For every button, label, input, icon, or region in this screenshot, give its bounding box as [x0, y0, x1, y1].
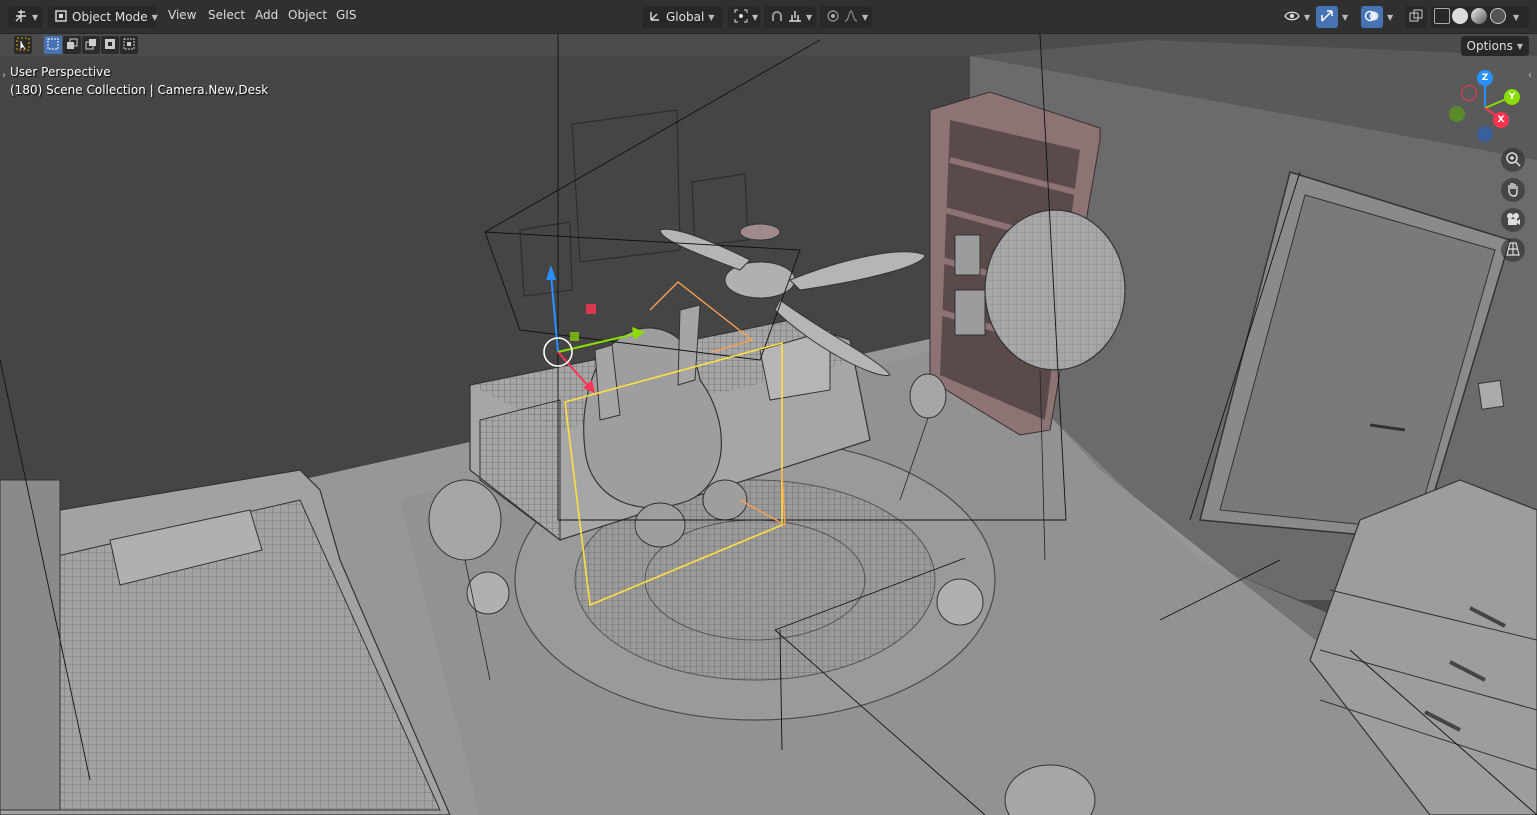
select-new-icon — [47, 38, 59, 53]
hand-icon — [1505, 181, 1521, 200]
mode-selector[interactable]: Object Mode ▼ — [48, 6, 158, 28]
gizmo-neg-y-axis[interactable] — [1449, 106, 1465, 122]
eye-icon — [1284, 9, 1300, 26]
viewport-header: ▼ Object Mode ▼ View Select Add Object G… — [0, 0, 1537, 34]
gizmo-y-axis[interactable]: Y — [1504, 89, 1520, 105]
chevron-down-icon: ▼ — [1304, 12, 1311, 22]
material-shading-button[interactable] — [1471, 8, 1487, 24]
camera-view-button[interactable] — [1501, 208, 1525, 232]
xray-icon — [1408, 8, 1424, 27]
editor-type-icon — [14, 9, 28, 26]
gizmo-neg-z-axis[interactable] — [1477, 126, 1493, 142]
3d-viewport[interactable]: User Perspective (180) Scene Collection … — [0, 34, 1537, 815]
gizmo-toggle[interactable] — [1316, 6, 1338, 28]
gizmo-arrows-icon — [1319, 8, 1335, 27]
zoom-icon — [1505, 151, 1521, 170]
select-intersect-icon — [123, 38, 135, 53]
snap-increment-icon — [788, 9, 802, 26]
scene-info-label: (180) Scene Collection | Camera.New,Desk — [10, 83, 269, 97]
grid-icon — [1505, 241, 1521, 260]
overlays-toggle[interactable] — [1361, 6, 1383, 28]
overlays-chevron-icon[interactable]: ▼ — [1387, 13, 1393, 22]
toolbar-toggle-icon[interactable]: › — [2, 70, 6, 81]
gizmo-neg-x-axis[interactable] — [1461, 85, 1477, 101]
proportional-edit-toggle[interactable]: ▼ — [820, 6, 872, 28]
wireframe-shading-button[interactable] — [1434, 8, 1450, 24]
transform-orientation-selector[interactable]: Global ▼ — [642, 6, 722, 28]
editor-type-selector[interactable]: ▼ — [8, 6, 42, 28]
ortho-toggle-button[interactable] — [1501, 238, 1525, 262]
menu-add[interactable]: Add — [255, 8, 278, 22]
solid-shading-button[interactable] — [1452, 8, 1468, 24]
select-subtract-button[interactable] — [82, 36, 100, 54]
chevron-down-icon: ▼ — [806, 12, 813, 22]
object-mode-icon — [54, 9, 68, 26]
select-extend-button[interactable] — [63, 36, 81, 54]
pivot-point-selector[interactable]: ▼ — [728, 6, 760, 28]
chevron-down-icon: ▼ — [862, 12, 869, 22]
mode-label: Object Mode — [72, 10, 148, 24]
falloff-icon — [844, 9, 858, 26]
orientation-label: Global — [666, 10, 705, 24]
menu-view[interactable]: View — [168, 8, 196, 22]
snap-toggle[interactable]: ▼ — [764, 6, 816, 28]
rendered-shading-button[interactable] — [1490, 8, 1506, 24]
select-intersect-button[interactable] — [120, 36, 138, 54]
gizmo-z-axis[interactable]: Z — [1477, 70, 1493, 86]
select-extend-icon — [66, 38, 78, 53]
navigation-gizmo[interactable]: Z Y X — [1445, 68, 1525, 148]
menu-select[interactable]: Select — [208, 8, 245, 22]
gizmo-x-label: X — [1497, 115, 1505, 125]
gizmo-y-label: Y — [1508, 92, 1516, 102]
chevron-down-icon: ▼ — [1516, 41, 1523, 51]
chevron-down-icon: ▼ — [151, 12, 158, 22]
options-label: Options — [1466, 39, 1513, 53]
overlays-icon — [1364, 8, 1380, 27]
menu-gis[interactable]: GIS — [336, 8, 356, 22]
chevron-down-icon: ▼ — [32, 12, 39, 22]
selection-mode-row — [44, 36, 138, 56]
select-new-button[interactable] — [44, 36, 62, 54]
select-invert-button[interactable] — [101, 36, 119, 54]
pivot-point-icon — [734, 9, 748, 26]
gizmo-z-label: Z — [1481, 73, 1489, 83]
menu-object[interactable]: Object — [288, 8, 327, 22]
zoom-button[interactable] — [1501, 148, 1525, 172]
pan-button[interactable] — [1501, 178, 1525, 202]
camera-icon — [1505, 211, 1521, 230]
select-tool-row — [14, 36, 32, 56]
proportional-edit-icon — [826, 9, 840, 26]
chevron-down-icon: ▼ — [752, 12, 759, 22]
select-invert-icon — [104, 38, 116, 53]
xray-toggle[interactable] — [1405, 6, 1427, 28]
visibility-selector[interactable]: ▼ — [1278, 6, 1312, 28]
chevron-down-icon: ▼ — [708, 12, 715, 22]
shading-chevron-icon[interactable]: ▼ — [1513, 13, 1519, 22]
options-dropdown[interactable]: Options ▼ — [1460, 36, 1529, 56]
sidebar-toggle-icon[interactable]: ‹ — [1528, 70, 1532, 81]
gizmo-chevron-icon[interactable]: ▼ — [1342, 13, 1348, 22]
gizmo-x-axis[interactable]: X — [1493, 112, 1509, 128]
orientation-icon — [648, 9, 662, 26]
view-name-label: User Perspective — [10, 65, 111, 79]
scene-render — [0, 34, 1537, 815]
snap-magnet-icon — [770, 9, 784, 26]
select-subtract-icon — [85, 38, 97, 53]
tweak-tool-button[interactable] — [14, 36, 32, 54]
cursor-icon — [16, 37, 30, 54]
